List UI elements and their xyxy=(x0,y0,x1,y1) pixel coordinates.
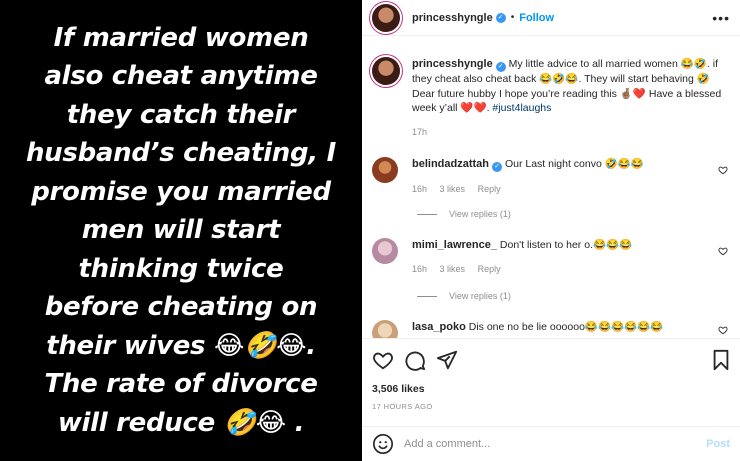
comment-item: belindadzattah ✓ Our Last night convo 🤣😂😂… xyxy=(372,157,732,196)
comment-input[interactable] xyxy=(404,438,707,450)
image-text-line: men will start xyxy=(81,215,281,246)
verified-icon: ✓ xyxy=(495,12,506,23)
caption-timestamp[interactable]: 17h xyxy=(412,125,732,140)
image-text-line: The rate of divorce xyxy=(44,369,318,400)
comment-likes[interactable]: 3 likes xyxy=(440,264,466,274)
post-timestamp[interactable]: 17 HOURS AGO xyxy=(372,402,433,411)
comment-body: belindadzattah ✓ Our Last night convo 🤣😂😂… xyxy=(412,157,702,196)
post-caption: princesshyngle ✓ My little advice to all … xyxy=(372,57,732,139)
post-side-panel: princesshyngle ✓ • Follow ••• princesshy… xyxy=(362,0,740,461)
comment-meta: 16h 3 likes Reply xyxy=(412,182,702,196)
comment-meta: 16h 3 likes Reply xyxy=(412,262,702,276)
view-replies-label[interactable]: View replies (1) xyxy=(449,291,511,301)
comment-username[interactable]: belindadzattah xyxy=(412,158,489,170)
share-paper-plane-icon[interactable] xyxy=(436,349,458,371)
comment-item: lasa_poko Dis one no be lie oooooo😂😂😂😂😂😂 xyxy=(372,320,732,338)
post-image-text: If married women also cheat anytime they… xyxy=(16,19,346,443)
avatar[interactable] xyxy=(372,57,400,85)
avatar[interactable] xyxy=(372,238,398,264)
more-options-icon[interactable]: ••• xyxy=(712,10,730,26)
caption-username[interactable]: princesshyngle xyxy=(412,58,493,70)
verified-icon: ✓ xyxy=(492,162,503,172)
view-replies[interactable]: View replies (1) xyxy=(417,291,511,301)
image-text-line: will reduce 🤣😂 . xyxy=(57,407,305,438)
hashtag-link[interactable]: #just4laughs xyxy=(492,102,551,114)
avatar[interactable] xyxy=(372,3,400,32)
post-header: princesshyngle ✓ • Follow ••• xyxy=(362,0,740,36)
action-icons xyxy=(372,349,458,371)
image-text-line: their wives 😂🤣😂. xyxy=(46,330,316,361)
reply-button[interactable]: Reply xyxy=(478,184,501,194)
image-text-line: promise you married xyxy=(31,176,331,207)
like-heart-icon[interactable] xyxy=(372,349,394,371)
divider xyxy=(417,295,437,297)
emoji-smiley-icon[interactable] xyxy=(372,433,394,455)
comment-body: mimi_lawrence_ Don't listen to her o.😂😂😂… xyxy=(412,238,702,276)
image-text-line: before cheating on xyxy=(44,292,318,323)
image-text-line: If married women xyxy=(53,22,309,53)
post-actions: 3,506 likes 17 HOURS AGO xyxy=(362,338,740,426)
post-image[interactable]: If married women also cheat anytime they… xyxy=(0,0,362,461)
avatar[interactable] xyxy=(372,320,398,338)
comment-text: Our Last night convo 🤣😂😂 xyxy=(504,158,644,170)
post-button[interactable]: Post xyxy=(706,438,730,450)
image-text-line: they catch their xyxy=(66,99,296,130)
comment-item: mimi_lawrence_ Don't listen to her o.😂😂😂… xyxy=(372,238,732,276)
comment-username[interactable]: lasa_poko xyxy=(412,321,466,333)
comment-likes[interactable]: 3 likes xyxy=(440,184,466,194)
comment-time[interactable]: 16h xyxy=(412,264,427,274)
divider xyxy=(417,213,437,215)
verified-icon: ✓ xyxy=(495,62,506,72)
bookmark-icon[interactable] xyxy=(710,349,732,371)
add-comment-bar: Post xyxy=(362,426,740,461)
header-username[interactable]: princesshyngle xyxy=(412,12,493,24)
caption-body: princesshyngle ✓ My little advice to all … xyxy=(412,57,732,139)
view-replies[interactable]: View replies (1) xyxy=(417,209,511,219)
comment-bubble-icon[interactable] xyxy=(404,349,426,371)
comment-body: lasa_poko Dis one no be lie oooooo😂😂😂😂😂😂 xyxy=(412,320,702,338)
separator-dot: • xyxy=(510,12,515,23)
heart-icon[interactable] xyxy=(718,165,728,175)
reply-button[interactable]: Reply xyxy=(478,264,501,274)
view-replies-label[interactable]: View replies (1) xyxy=(449,209,511,219)
follow-button[interactable]: Follow xyxy=(519,12,554,24)
heart-icon[interactable] xyxy=(718,325,728,335)
comment-text: Dis one no be lie oooooo😂😂😂😂😂😂 xyxy=(468,321,664,333)
image-text-line: also cheat anytime xyxy=(44,61,318,92)
comment-text: Don't listen to her o.😂😂😂 xyxy=(499,239,633,251)
image-text-line: husband’s cheating, I xyxy=(25,138,337,169)
comment-time[interactable]: 16h xyxy=(412,184,427,194)
image-text-line: thinking twice xyxy=(78,253,284,284)
comment-username[interactable]: mimi_lawrence_ xyxy=(412,239,497,251)
avatar[interactable] xyxy=(372,157,398,183)
like-count[interactable]: 3,506 likes xyxy=(372,383,425,395)
heart-icon[interactable] xyxy=(718,246,728,256)
